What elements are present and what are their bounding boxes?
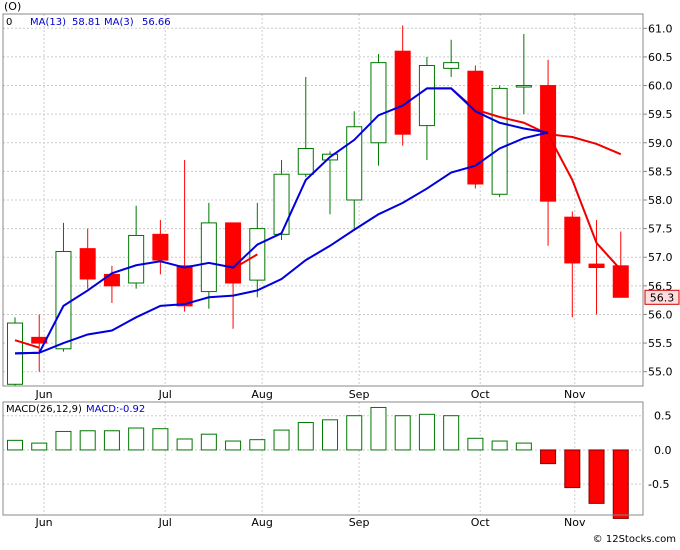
- price-tick-label: 55.0: [648, 366, 673, 379]
- price-month-label: Aug: [251, 388, 272, 401]
- candle-up: [370, 62, 387, 144]
- macd-month-label: Aug: [251, 516, 272, 529]
- macd-bar-positive: [467, 437, 484, 451]
- price-tick-label: 58.0: [648, 194, 673, 207]
- price-tick-label: 59.0: [648, 137, 673, 150]
- macd-month-label: Jun: [34, 516, 52, 529]
- stock-chart: 61.0 60.5 60.0 59.5 59.0 58.5 58.0 57.5 57.0 56.5…: [0, 0, 680, 546]
- price-month-label: Oct: [471, 388, 491, 401]
- price-tick-label: 57.0: [648, 251, 673, 264]
- candle-down: [564, 216, 581, 264]
- candle-down: [176, 265, 193, 307]
- macd-month-label: Sep: [349, 516, 370, 529]
- candle-up: [273, 173, 290, 235]
- candle-down: [152, 233, 169, 261]
- macd-bar-positive: [225, 440, 242, 451]
- legend-ma13-label: MA(13): [30, 17, 66, 28]
- legend-ma3-value: 56.66: [142, 17, 171, 28]
- macd-bar-positive: [273, 429, 290, 451]
- price-tick-label: 57.5: [648, 223, 673, 236]
- price-month-label: Nov: [564, 388, 586, 401]
- price-tick-label: 60.0: [648, 80, 673, 93]
- candle-up: [515, 85, 532, 88]
- candle-down: [225, 222, 242, 284]
- price-tick-label: 55.5: [648, 337, 673, 350]
- ticker-label: (O): [4, 0, 21, 13]
- price-tick-label: 56.0: [648, 308, 673, 321]
- candle-up: [418, 65, 435, 127]
- macd-label: MACD(26,12,9): [6, 404, 82, 415]
- candle-up: [346, 126, 363, 201]
- watermark: © 12Stocks.com: [593, 534, 676, 545]
- chart-svg: 61.060.560.059.559.058.558.057.557.056.5…: [0, 0, 680, 546]
- candle-down: [79, 248, 96, 280]
- macd-bar-positive: [249, 439, 266, 451]
- price-tick-label: 60.5: [648, 51, 673, 64]
- candle-down: [588, 263, 605, 269]
- macd-bar-negative: [612, 449, 629, 519]
- candle-up: [297, 147, 314, 175]
- price-month-label: Jun: [34, 388, 52, 401]
- macd-month-label: Nov: [564, 516, 586, 529]
- macd-bar-positive: [55, 430, 72, 451]
- price-tick-label: 58.5: [648, 165, 673, 178]
- macd-tick-label: 0.0: [654, 444, 672, 457]
- candle-up: [249, 228, 266, 281]
- last-price-value: 56.3: [650, 291, 675, 304]
- macd-value-label: MACD:-0.92: [86, 404, 145, 415]
- macd-bar-positive: [103, 430, 120, 451]
- candle-down: [394, 50, 411, 135]
- macd-bar-positive: [31, 442, 48, 451]
- macd-bar-positive: [321, 419, 339, 451]
- macd-bar-positive: [491, 440, 508, 451]
- macd-month-label: Oct: [471, 516, 491, 529]
- candle-up: [55, 251, 72, 350]
- candle-up: [491, 87, 508, 195]
- macd-bar-positive: [370, 406, 387, 451]
- macd-bar-positive: [200, 433, 217, 451]
- price-tick-label: 59.5: [648, 108, 673, 121]
- macd-bar-positive: [443, 415, 460, 451]
- macd-bar-negative: [540, 449, 557, 465]
- macd-bar-negative: [588, 449, 605, 504]
- candle-up: [128, 234, 145, 284]
- macd-bar-positive: [515, 442, 532, 451]
- legend-prefix: 0: [6, 17, 12, 28]
- macd-month-label: Jul: [158, 516, 172, 529]
- macd-bar-positive: [394, 415, 411, 451]
- legend-ma13-value: 58.81: [72, 17, 101, 28]
- price-month-label: Jul: [158, 388, 172, 401]
- price-tick-label: 61.0: [648, 22, 673, 35]
- macd-bar-negative: [564, 449, 581, 489]
- candle-down: [612, 265, 629, 298]
- macd-bar-positive: [297, 422, 314, 451]
- macd-bar-positive: [346, 415, 363, 451]
- macd-bar-positive: [128, 427, 145, 451]
- macd-tick-label: 0.5: [654, 410, 672, 423]
- macd-bar-positive: [176, 438, 193, 451]
- macd-bar-positive: [6, 439, 24, 451]
- price-month-label: Sep: [349, 388, 370, 401]
- macd-tick-label: -0.5: [648, 478, 669, 491]
- macd-bar-positive: [152, 428, 169, 451]
- candle-up: [200, 222, 217, 293]
- macd-bar-positive: [79, 430, 96, 451]
- legend-ma3-label: MA(3): [104, 17, 134, 28]
- macd-bar-positive: [418, 413, 435, 451]
- candle-up: [443, 62, 460, 69]
